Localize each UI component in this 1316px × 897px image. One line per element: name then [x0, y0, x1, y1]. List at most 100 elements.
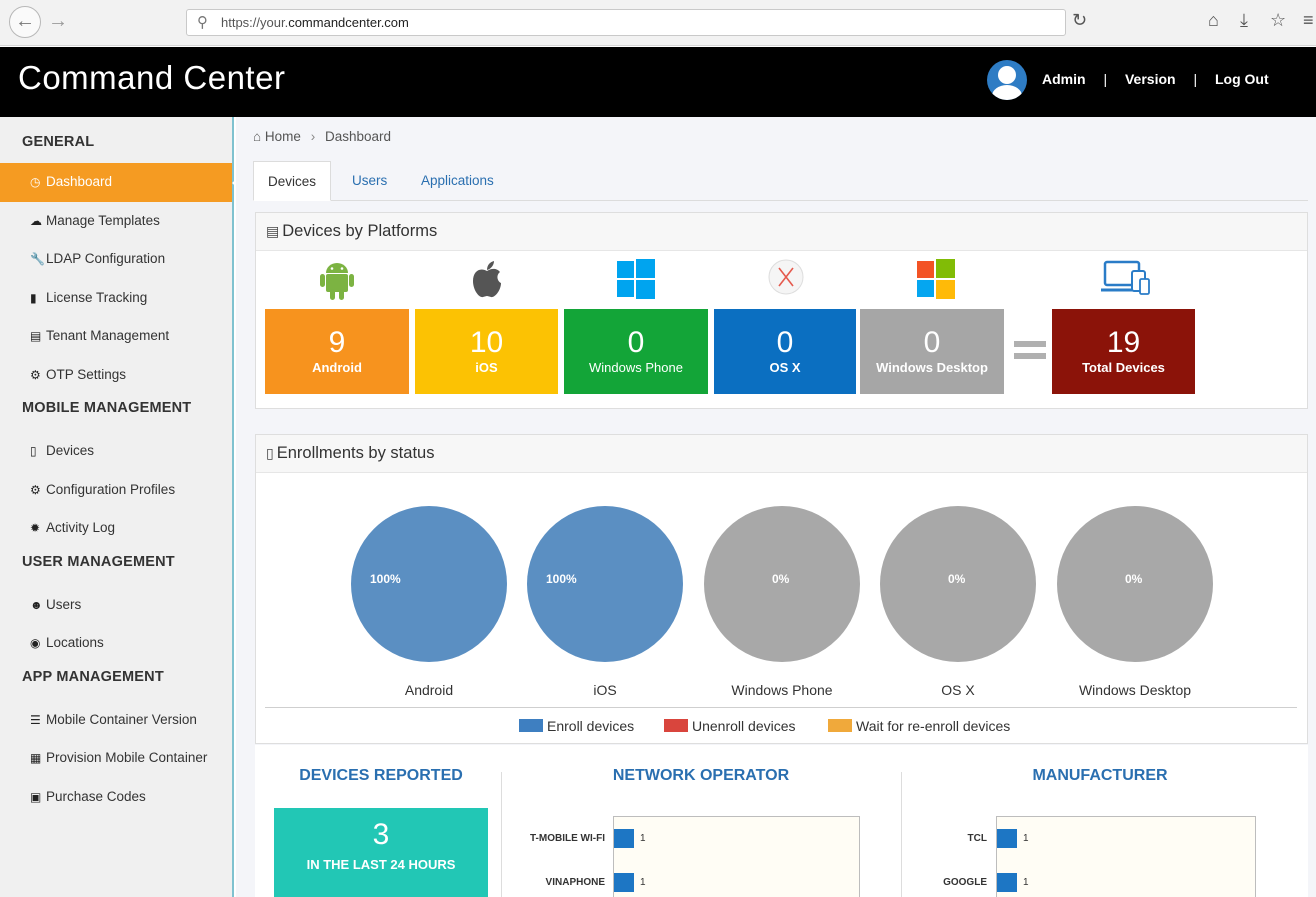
- menu-icon[interactable]: ≡: [1303, 10, 1314, 31]
- manufacturer-title: MANUFACTURER: [1032, 767, 1168, 784]
- manufacturer-bar-1[interactable]: [997, 873, 1017, 892]
- platforms-panel: ▤Devices by Platforms 9 Android 10 iOS: [255, 212, 1308, 409]
- manufacturer-bar-label-0: TCL: [967, 833, 987, 844]
- dashboard-icon: ◷: [30, 175, 41, 189]
- tab-devices[interactable]: Devices: [253, 161, 332, 201]
- sidebar-item-devices[interactable]: ▯ Devices: [0, 432, 232, 471]
- wrench-icon: 🔧: [30, 252, 45, 266]
- sidebar-item-configuration-profiles[interactable]: ⚙ Configuration Profiles: [0, 471, 232, 510]
- sidebar-item-license-tracking[interactable]: ▮ License Tracking: [0, 279, 232, 318]
- platforms-panel-header: ▤ Devices by Platforms: [256, 213, 1307, 251]
- circle-osx[interactable]: 0%: [880, 506, 1036, 662]
- address-bar[interactable]: ⚲ https://your.commandcenter.com: [186, 9, 1066, 36]
- sidebar-section-user-management: USER MANAGEMENT: [22, 553, 175, 570]
- tile-windows-phone[interactable]: 0 Windows Phone: [564, 309, 708, 394]
- tile-android[interactable]: 9 Android: [265, 309, 409, 394]
- ios-label: iOS: [475, 360, 498, 375]
- legend-wait-reenroll[interactable]: Wait for re-enroll devices: [828, 718, 1010, 734]
- sidebar-item-otp-settings[interactable]: ⚙ OTP Settings: [0, 356, 232, 395]
- url-prefix: https://your.: [221, 15, 289, 30]
- devices-reported-count: 3: [372, 818, 390, 851]
- manufacturer-bar-value-0: 1: [1023, 833, 1029, 844]
- bookmark-icon[interactable]: ☆: [1270, 10, 1286, 31]
- network-operator-title: NETWORK OPERATOR: [612, 767, 790, 784]
- circle-windows-desktop[interactable]: 0%: [1057, 506, 1213, 662]
- header-links: Admin | Version | Log Out: [1042, 71, 1269, 87]
- home-icon[interactable]: ⌂: [1208, 10, 1219, 31]
- circle-android[interactable]: 100%: [351, 506, 507, 662]
- windows-phone-icon: [564, 259, 708, 303]
- manufacturer-bar-0[interactable]: [997, 829, 1017, 848]
- tile-windows-desktop[interactable]: 0 Windows Desktop: [860, 309, 1004, 394]
- network-bar-1[interactable]: [614, 873, 634, 892]
- tablet-icon: ▯: [30, 444, 37, 458]
- circle-ios[interactable]: 100%: [527, 506, 683, 662]
- sidebar-item-users[interactable]: ☻ Users: [0, 586, 232, 625]
- sidebar-item-dashboard[interactable]: ◷ Dashboard: [0, 163, 242, 202]
- circle-windows-phone-percent: 0%: [772, 572, 790, 586]
- osx-count: 0: [776, 326, 794, 359]
- sidebar-item-locations[interactable]: ◉ Locations: [0, 624, 232, 663]
- sidebar-item-tenant-management[interactable]: ▤ Tenant Management: [0, 317, 232, 356]
- list-icon: ▤: [30, 329, 42, 343]
- sidebar-item-activity-log[interactable]: ✹ Activity Log: [0, 509, 232, 548]
- sidebar-item-purchase-codes[interactable]: ▣ Purchase Codes: [0, 778, 232, 817]
- sidebar-item-ldap-configuration[interactable]: 🔧LDAP Configuration: [0, 240, 232, 279]
- circle-label-windows-phone: Windows Phone: [731, 682, 833, 698]
- sidebar-section-mobile-management: MOBILE MANAGEMENT: [22, 400, 192, 416]
- reload-icon[interactable]: ↻: [1072, 10, 1087, 31]
- sidebar-item-mobile-container-version[interactable]: ☰ Mobile Container Version: [0, 701, 232, 740]
- windows-desktop-icon: [864, 259, 1008, 303]
- header-separator: |: [1103, 71, 1108, 87]
- avatar[interactable]: [987, 60, 1027, 100]
- manufacturer-chart: [996, 816, 1256, 897]
- cog-icon: ✹: [30, 521, 41, 535]
- globe-icon: ◉: [30, 636, 41, 650]
- enrollments-panel-title: Enrollments by status: [276, 444, 435, 462]
- circle-label-android: Android: [404, 682, 454, 698]
- network-bar-0[interactable]: [614, 829, 634, 848]
- network-bar-value-0: 1: [640, 833, 646, 844]
- user-icon: ☻: [30, 597, 43, 612]
- circle-label-windows-desktop: Windows Desktop: [1078, 682, 1192, 698]
- barcode-icon: ▮: [30, 290, 37, 305]
- android-count: 9: [328, 326, 346, 359]
- breadcrumb-current: Dashboard: [324, 129, 392, 144]
- circle-windows-desktop-percent: 0%: [1125, 572, 1143, 586]
- devices-reported-box[interactable]: 3 IN THE LAST 24 HOURS: [274, 808, 488, 897]
- briefcase-icon: ▣: [30, 789, 42, 804]
- back-button[interactable]: ←: [9, 6, 41, 38]
- cloud-icon: ☁: [30, 213, 42, 228]
- breadcrumb: ⌂ Home › Dashboard: [253, 129, 391, 144]
- tab-applications[interactable]: Applications: [421, 161, 494, 201]
- tab-users[interactable]: Users: [352, 161, 387, 201]
- download-icon[interactable]: ⤓: [1240, 10, 1248, 31]
- admin-link[interactable]: Admin: [1042, 71, 1086, 87]
- legend-enroll[interactable]: Enroll devices: [519, 718, 634, 734]
- network-bar-label-0: T-MOBILE WI-FI: [530, 833, 605, 844]
- tile-ios[interactable]: 10 iOS: [415, 309, 558, 394]
- total-devices-label: Total Devices: [1082, 360, 1165, 375]
- enrollments-panel: ▯ Enrollments by status 100% 100% 0% 0% 0…: [255, 434, 1308, 744]
- circle-osx-percent: 0%: [948, 572, 966, 586]
- windows-desktop-label: Windows Desktop: [876, 360, 988, 375]
- network-bar-value-1: 1: [640, 877, 646, 888]
- forward-button[interactable]: →: [48, 10, 68, 33]
- server-icon: ▤: [266, 223, 280, 239]
- android-label: Android: [312, 360, 362, 375]
- tile-osx[interactable]: 0 OS X: [714, 309, 856, 394]
- sidebar-item-manage-templates[interactable]: ☁ Manage Templates: [0, 202, 232, 241]
- windows-desktop-count: 0: [923, 326, 941, 359]
- legend-unenroll[interactable]: Unenroll devices: [664, 718, 796, 734]
- version-link[interactable]: Version: [1125, 71, 1176, 87]
- stats-section: DEVICES REPORTED 3 IN THE LAST 24 HOURS …: [255, 745, 1308, 897]
- breadcrumb-home[interactable]: Home: [265, 129, 301, 144]
- logout-link[interactable]: Log Out: [1215, 71, 1269, 87]
- tile-total-devices[interactable]: 19 Total Devices: [1052, 309, 1195, 394]
- apple-icon: [415, 259, 559, 303]
- circle-windows-phone[interactable]: 0%: [704, 506, 860, 662]
- sidebar-item-provision-mobile-container[interactable]: ▦ Provision Mobile Container: [0, 739, 232, 778]
- header-separator: |: [1193, 71, 1198, 87]
- legend-swatch-wait-reenroll: [828, 719, 852, 732]
- axis-line: [265, 707, 1297, 708]
